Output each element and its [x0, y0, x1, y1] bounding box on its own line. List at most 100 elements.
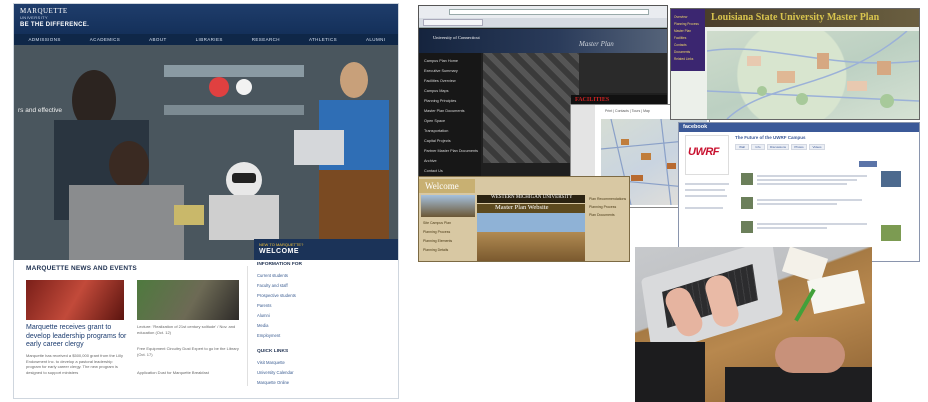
event-item[interactable]: Application Dust for Marquette Breakfast	[137, 370, 241, 376]
info-link[interactable]: Alumni	[257, 313, 270, 318]
sidebar-item[interactable]: Open Space	[424, 119, 445, 123]
sidebar-text-line	[685, 189, 725, 191]
welcome-banner[interactable]: NEW TO MARQUETTE? WELCOME	[254, 239, 398, 260]
wmu-left-link[interactable]: Planning Process	[423, 230, 450, 234]
nav-link[interactable]: Documents	[674, 50, 690, 54]
uwrf-logo: UWRF	[688, 146, 720, 158]
sidebar-item[interactable]: Contact Us	[424, 169, 443, 173]
nav-link[interactable]: Contacts	[674, 43, 687, 47]
nav-athletics[interactable]: ATHLETICS	[309, 37, 337, 42]
post-text-line	[757, 223, 867, 225]
campus-photo-secondary	[579, 53, 667, 93]
sidebar-item[interactable]: Executive Summary	[424, 69, 458, 73]
nav-link[interactable]: Master Plan	[674, 29, 691, 33]
tab-wall[interactable]: Wall	[735, 144, 749, 150]
sidebar-item[interactable]: Partner Master Plan Documents	[424, 149, 478, 153]
campus-photo	[483, 53, 579, 163]
wmu-left-link[interactable]: Planning Elements	[423, 239, 452, 243]
marquette-header: MARQUETTE UNIVERSITY BE THE DIFFERENCE.	[14, 4, 398, 34]
uwrf-profile-picture[interactable]: UWRF	[685, 135, 729, 175]
news-image-sign[interactable]	[137, 280, 239, 320]
nav-academics[interactable]: ACADEMICS	[90, 37, 120, 42]
address-bar[interactable]	[449, 9, 649, 15]
nav-research[interactable]: RESEARCH	[252, 37, 280, 42]
info-link[interactable]: Parents	[257, 303, 271, 308]
wmu-left-link[interactable]: Planning Details	[423, 248, 448, 252]
post-avatar[interactable]	[741, 221, 753, 233]
tab-discussions[interactable]: Discussions	[767, 144, 789, 150]
post-text-line	[757, 227, 827, 229]
nav-link[interactable]: Facilities	[674, 36, 686, 40]
sidebar-text-line	[685, 183, 729, 185]
quick-link[interactable]: Marquette Online	[257, 380, 289, 385]
marquette-tagline: BE THE DIFFERENCE.	[20, 22, 90, 28]
browser-tab[interactable]	[423, 19, 483, 26]
facebook-logo[interactable]: facebook	[683, 124, 707, 130]
tab-info[interactable]: Info	[751, 144, 765, 150]
column-divider	[247, 266, 248, 386]
sidebar-item[interactable]: Archive	[424, 159, 437, 163]
post-text-line	[757, 183, 847, 185]
news-headline-link[interactable]: Marquette receives grant to develop lead…	[26, 324, 128, 350]
wmu-right-link[interactable]: Plan Recommendations	[589, 197, 626, 201]
wmu-left-link[interactable]: Site Campus Plan	[423, 221, 451, 225]
info-link[interactable]: Prospective students	[257, 293, 296, 298]
hero-lab-scene	[14, 45, 398, 260]
sidebar-item[interactable]: Transportation	[424, 129, 448, 133]
post-text-line	[757, 175, 867, 177]
marquette-hero-image: rs and effective NEW TO MARQUETTE? WELCO…	[14, 45, 398, 260]
uconn-header: University of Connecticut Master Plan	[419, 29, 667, 53]
marquette-logo-sub: UNIVERSITY	[20, 15, 49, 20]
info-for-title: INFORMATION FOR	[257, 262, 302, 267]
info-link[interactable]: Employment	[257, 333, 280, 338]
info-link[interactable]: Media	[257, 323, 268, 328]
uconn-master-plan-title: Master Plan	[579, 40, 614, 48]
info-link[interactable]: Faculty and staff	[257, 283, 288, 288]
info-link[interactable]: Current students	[257, 273, 288, 278]
wmu-right-link[interactable]: Planning Process	[589, 205, 616, 209]
sidebar-item[interactable]: Master Plan Documents	[424, 109, 465, 113]
ad-image[interactable]	[881, 171, 901, 187]
nav-link[interactable]: Related Links	[674, 57, 693, 61]
post-avatar[interactable]	[741, 197, 753, 209]
nav-link[interactable]: Planning Process	[674, 22, 699, 26]
marquette-logo[interactable]: MARQUETTE	[20, 7, 68, 15]
right-column	[879, 153, 917, 253]
uconn-logo[interactable]: University of Connecticut	[433, 35, 480, 40]
quick-links-title: QUICK LINKS	[257, 349, 289, 354]
sidebar-item[interactable]: Capital Projects	[424, 139, 451, 143]
sidebar-item[interactable]: Campus Maps	[424, 89, 448, 93]
wmu-logo[interactable]: WESTERN MICHIGAN UNIVERSITY	[491, 195, 573, 200]
share-button[interactable]	[859, 161, 877, 167]
map-toolbar-links[interactable]: Print | Contacts | Tours | Map	[605, 109, 650, 113]
event-item[interactable]: Free Equipment Circuitry Dust Expert to …	[137, 346, 241, 357]
master-plan-map[interactable]	[707, 31, 919, 119]
nav-libraries[interactable]: LIBRARIES	[196, 37, 223, 42]
wmu-master-plan-page: Welcome Site Campus Plan Planning Proces…	[418, 176, 630, 262]
ad-image[interactable]	[881, 225, 901, 241]
post-text-line	[757, 199, 862, 201]
sidebar-item[interactable]: Facilities Overview	[424, 79, 456, 83]
nav-alumni[interactable]: ALUMNI	[366, 37, 385, 42]
tab-videos[interactable]: Videos	[809, 144, 825, 150]
sidebar-item[interactable]: Campus Plan Home	[424, 59, 458, 63]
sidebar-item[interactable]: Planning Principles	[424, 99, 456, 103]
event-item[interactable]: Lecture: 'Realization of 21st century so…	[137, 324, 241, 335]
sleeve	[635, 342, 705, 402]
tab-photos[interactable]: Photos	[791, 144, 807, 150]
laptop-typing-photo	[635, 247, 872, 402]
quick-link[interactable]: University Calendar	[257, 370, 294, 375]
wmu-right-link[interactable]: Plan Documents	[589, 213, 615, 217]
nav-about[interactable]: ABOUT	[149, 37, 167, 42]
page-title: The Future of the UWRF Campus	[735, 135, 806, 140]
nav-link[interactable]: Overview	[674, 15, 687, 19]
news-image-handshake[interactable]	[26, 280, 124, 320]
state-university-master-plan-page: Overview Planning Process Master Plan Fa…	[670, 8, 920, 120]
plan-map-drawing	[707, 31, 919, 119]
post-avatar[interactable]	[741, 173, 753, 185]
facebook-top-bar: facebook	[679, 123, 919, 132]
quick-link[interactable]: Visit Marquette	[257, 360, 285, 365]
nav-admissions[interactable]: ADMISSIONS	[29, 37, 61, 42]
post-text-line	[757, 179, 857, 181]
purple-nav: Overview Planning Process Master Plan Fa…	[671, 9, 705, 71]
